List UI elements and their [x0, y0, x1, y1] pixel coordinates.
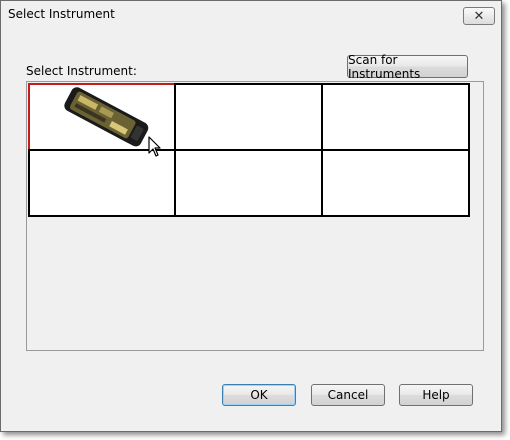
ok-button[interactable]: OK — [222, 384, 296, 406]
select-instrument-dialog: Select Instrument ✕ Select Instrument: S… — [0, 0, 502, 432]
close-icon: ✕ — [473, 8, 485, 24]
close-button[interactable]: ✕ — [463, 7, 495, 25]
dialog-title: Select Instrument — [8, 7, 115, 21]
instrument-grid — [26, 81, 484, 351]
instrument-cell-3[interactable] — [321, 83, 470, 151]
title-bar: Select Instrument ✕ — [1, 1, 501, 29]
select-instrument-label: Select Instrument: — [26, 64, 137, 78]
help-button[interactable]: Help — [399, 384, 473, 406]
instrument-device-icon — [64, 87, 149, 147]
instrument-cell-2[interactable] — [174, 83, 323, 151]
instrument-cell-6[interactable] — [321, 149, 470, 217]
cancel-button[interactable]: Cancel — [311, 384, 385, 406]
instrument-cell-5[interactable] — [174, 149, 323, 217]
instrument-cell-4[interactable] — [28, 149, 176, 217]
scan-for-instruments-button[interactable]: Scan for Instruments — [347, 53, 468, 81]
mouse-pointer-icon — [148, 136, 161, 157]
